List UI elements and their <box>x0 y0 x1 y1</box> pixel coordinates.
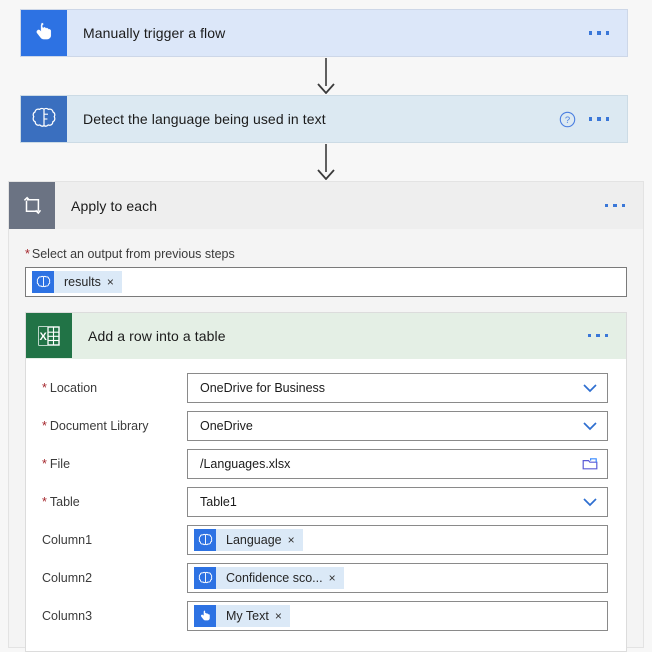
select-output-input[interactable]: results × <box>25 267 627 297</box>
connector-trigger-to-detect <box>311 58 341 94</box>
apply-to-each-overflow-menu-icon[interactable] <box>603 198 628 214</box>
form-row-column1: Column1 Language × <box>26 521 626 559</box>
token-language[interactable]: Language × <box>194 529 303 551</box>
label-file: * File <box>42 457 187 471</box>
input-column1[interactable]: Language × <box>187 525 608 555</box>
excel-card-actions <box>586 313 627 358</box>
excel-card-body: * Location OneDrive for Business * Documen… <box>26 359 626 651</box>
help-icon[interactable]: ? <box>559 111 576 128</box>
hand-tap-icon <box>194 605 216 627</box>
form-row-location: * Location OneDrive for Business <box>26 369 626 407</box>
dropdown-location[interactable]: OneDrive for Business <box>187 373 608 403</box>
label-location: * Location <box>42 381 187 395</box>
label-document-library: * Document Library <box>42 419 187 433</box>
excel-overflow-menu-icon[interactable] <box>586 328 611 344</box>
excel-card-title: Add a row into a table <box>88 327 226 344</box>
excel-icon: X <box>26 313 72 358</box>
label-document-library-text: Document Library <box>49 419 149 433</box>
token-remove-icon[interactable]: × <box>329 572 344 584</box>
label-column2: Column2 <box>42 571 93 585</box>
input-column3[interactable]: My Text × <box>187 601 608 631</box>
input-file[interactable]: /Languages.xlsx <box>187 449 608 479</box>
form-row-column2: Column2 Confidence sco... × <box>26 559 626 597</box>
input-column2[interactable]: Confidence sco... × <box>187 563 608 593</box>
folder-picker-icon[interactable] <box>581 456 599 472</box>
brain-icon <box>194 529 216 551</box>
action-card-detect-language[interactable]: Detect the language being used in text ? <box>20 95 628 143</box>
detect-overflow-menu-icon[interactable] <box>587 111 612 127</box>
brain-icon <box>32 271 54 293</box>
select-output-label-text: Select an output from previous steps <box>31 247 235 261</box>
label-table-text: Table <box>49 495 80 509</box>
select-output-label: * Select an output from previous steps <box>25 247 627 261</box>
token-my-text[interactable]: My Text × <box>194 605 290 627</box>
token-label: results <box>64 275 101 289</box>
svg-text:X: X <box>40 331 48 343</box>
form-row-column3: Column3 My Text × <box>26 597 626 635</box>
chevron-down-icon[interactable] <box>581 382 599 394</box>
brain-icon <box>194 567 216 589</box>
token-confidence-score[interactable]: Confidence sco... × <box>194 567 344 589</box>
token-remove-icon[interactable]: × <box>288 534 303 546</box>
connector-detect-to-apply <box>311 144 341 180</box>
excel-card-header[interactable]: X Add a row into a table <box>26 313 626 359</box>
action-card-add-row: X Add a row into a table * Location OneDr… <box>25 312 627 652</box>
chevron-down-icon[interactable] <box>581 420 599 432</box>
required-asterisk: * <box>42 457 47 471</box>
form-row-table: * Table Table1 <box>26 483 626 521</box>
apply-to-each-title: Apply to each <box>71 197 158 214</box>
required-asterisk: * <box>42 495 47 509</box>
trigger-card-actions <box>587 10 628 56</box>
label-file-text: File <box>49 457 71 471</box>
detect-card-title: Detect the language being used in text <box>83 111 326 127</box>
loop-icon <box>9 182 55 229</box>
brain-icon <box>21 96 67 142</box>
trigger-overflow-menu-icon[interactable] <box>587 25 612 41</box>
required-asterisk: * <box>42 381 47 395</box>
chevron-down-icon[interactable] <box>581 496 599 508</box>
detect-card-actions: ? <box>559 96 628 142</box>
token-label: Language <box>226 533 282 547</box>
label-column3: Column3 <box>42 609 93 623</box>
select-output-field: * Select an output from previous steps re… <box>9 229 643 297</box>
label-location-text: Location <box>49 381 98 395</box>
token-label: My Text <box>226 609 269 623</box>
form-row-document-library: * Document Library OneDrive <box>26 407 626 445</box>
input-file-value: /Languages.xlsx <box>200 457 291 471</box>
apply-to-each-header[interactable]: Apply to each <box>9 182 643 229</box>
required-asterisk: * <box>42 419 47 433</box>
dropdown-document-library[interactable]: OneDrive <box>187 411 608 441</box>
required-asterisk: * <box>25 247 30 261</box>
dropdown-table[interactable]: Table1 <box>187 487 608 517</box>
dropdown-document-library-value: OneDrive <box>200 419 253 433</box>
trigger-card-manual[interactable]: Manually trigger a flow <box>20 9 628 57</box>
label-table: * Table <box>42 495 187 509</box>
dropdown-location-value: OneDrive for Business <box>200 381 326 395</box>
svg-text:?: ? <box>564 115 569 126</box>
apply-to-each-actions <box>603 182 644 229</box>
form-row-file: * File /Languages.xlsx <box>26 445 626 483</box>
hand-tap-icon <box>21 10 67 56</box>
token-label: Confidence sco... <box>226 571 323 585</box>
label-column1: Column1 <box>42 533 93 547</box>
trigger-card-title: Manually trigger a flow <box>83 25 226 41</box>
dropdown-table-value: Table1 <box>200 495 237 509</box>
token-remove-icon[interactable]: × <box>107 276 122 288</box>
token-results[interactable]: results × <box>32 271 122 293</box>
token-remove-icon[interactable]: × <box>275 610 290 622</box>
